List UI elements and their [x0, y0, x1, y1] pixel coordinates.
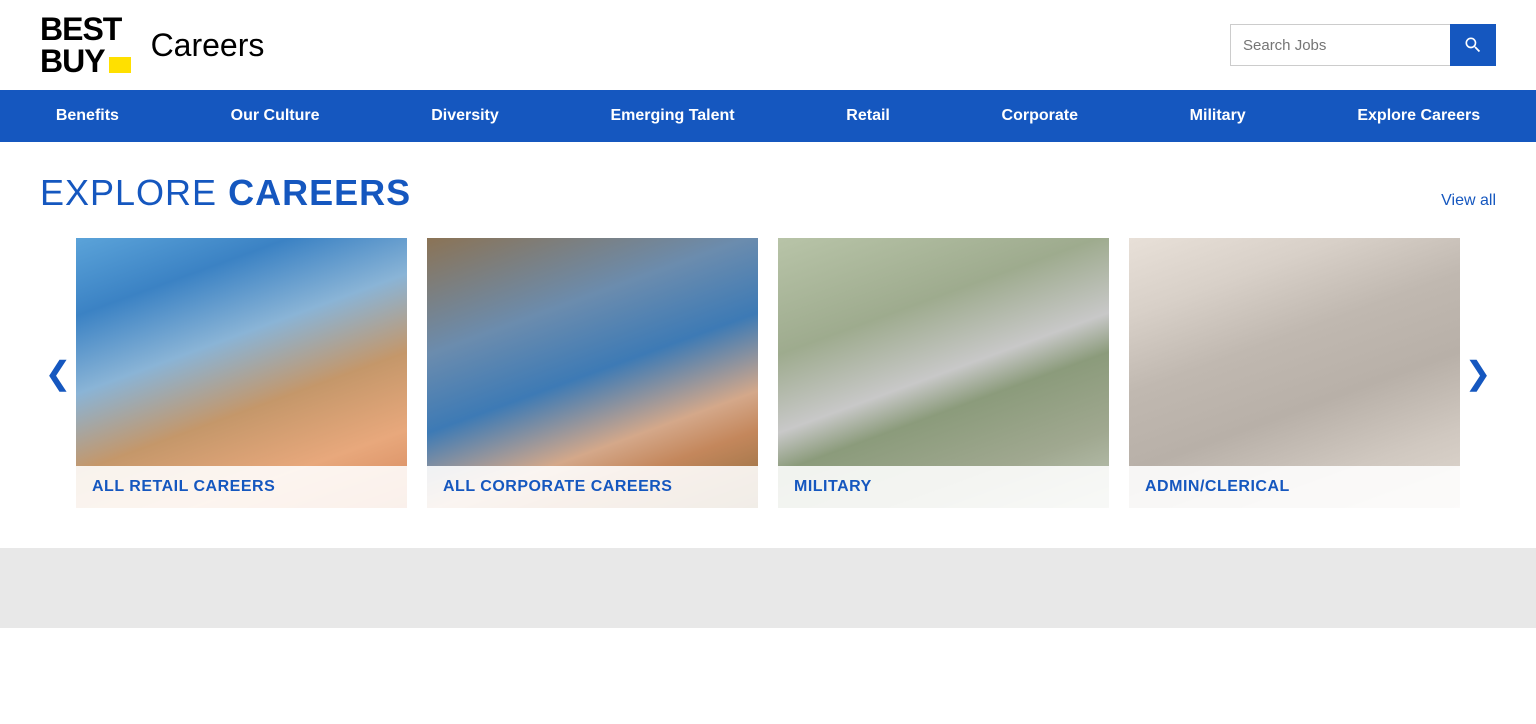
- nav-link-military[interactable]: Military: [1172, 90, 1264, 142]
- nav-link-retail[interactable]: Retail: [828, 90, 908, 142]
- card-label-military: MILITARY: [778, 466, 1109, 508]
- nav-item-our-culture[interactable]: Our Culture: [213, 90, 338, 142]
- card-label-retail: ALL RETAIL CAREERS: [76, 466, 407, 508]
- nav-item-retail[interactable]: Retail: [828, 90, 908, 142]
- site-header: BEST BUY Careers: [0, 0, 1536, 90]
- nav-item-corporate[interactable]: Corporate: [984, 90, 1096, 142]
- search-area: [1230, 24, 1496, 66]
- carousel-next-button[interactable]: ❯: [1460, 355, 1496, 391]
- explore-title-bold: CAREERS: [228, 172, 411, 213]
- nav-link-corporate[interactable]: Corporate: [984, 90, 1096, 142]
- nav-link-benefits[interactable]: Benefits: [38, 90, 137, 142]
- nav-list: Benefits Our Culture Diversity Emerging …: [0, 90, 1536, 142]
- career-card-military[interactable]: MILITARY: [778, 238, 1109, 508]
- nav-item-emerging-talent[interactable]: Emerging Talent: [592, 90, 752, 142]
- carousel-prev-button[interactable]: ❮: [40, 355, 76, 391]
- logo-careers: Careers: [151, 27, 265, 64]
- carousel-track: ALL RETAIL CAREERS: [76, 238, 1460, 508]
- card-label-corporate: ALL CORPORATE CAREERS: [427, 466, 758, 508]
- explore-title-light: EXPLORE: [40, 172, 228, 213]
- nav-bar: Benefits Our Culture Diversity Emerging …: [0, 90, 1536, 142]
- nav-item-explore-careers[interactable]: Explore Careers: [1339, 90, 1498, 142]
- logo-best: BEST: [40, 13, 121, 45]
- career-card-corporate[interactable]: ALL CORPORATE CAREERS: [427, 238, 758, 508]
- career-card-retail[interactable]: ALL RETAIL CAREERS: [76, 238, 407, 508]
- nav-item-diversity[interactable]: Diversity: [413, 90, 517, 142]
- bottom-bar: [0, 548, 1536, 628]
- nav-item-benefits[interactable]: Benefits: [38, 90, 137, 142]
- nav-link-emerging-talent[interactable]: Emerging Talent: [592, 90, 752, 142]
- logo-buy: BUY: [40, 45, 105, 77]
- card-label-admin: ADMIN/CLERICAL: [1129, 466, 1460, 508]
- explore-header: EXPLORE CAREERS View all: [40, 172, 1496, 214]
- career-card-admin[interactable]: ADMIN/CLERICAL: [1129, 238, 1460, 508]
- nav-link-our-culture[interactable]: Our Culture: [213, 90, 338, 142]
- explore-title: EXPLORE CAREERS: [40, 172, 411, 214]
- nav-link-explore-careers[interactable]: Explore Careers: [1339, 90, 1498, 142]
- nav-item-military[interactable]: Military: [1172, 90, 1264, 142]
- carousel-wrapper: ❮: [40, 238, 1496, 508]
- logo-tag-icon: [109, 57, 131, 73]
- logo-buy-row: BUY: [40, 45, 131, 77]
- search-input[interactable]: [1230, 24, 1450, 66]
- nav-link-diversity[interactable]: Diversity: [413, 90, 517, 142]
- search-button[interactable]: [1450, 24, 1496, 66]
- view-all-link[interactable]: View all: [1441, 192, 1496, 210]
- search-icon: [1463, 35, 1483, 55]
- explore-careers-section: EXPLORE CAREERS View all ❮: [0, 142, 1536, 528]
- logo-area: BEST BUY Careers: [40, 13, 264, 77]
- logo-box: BEST BUY: [40, 13, 131, 77]
